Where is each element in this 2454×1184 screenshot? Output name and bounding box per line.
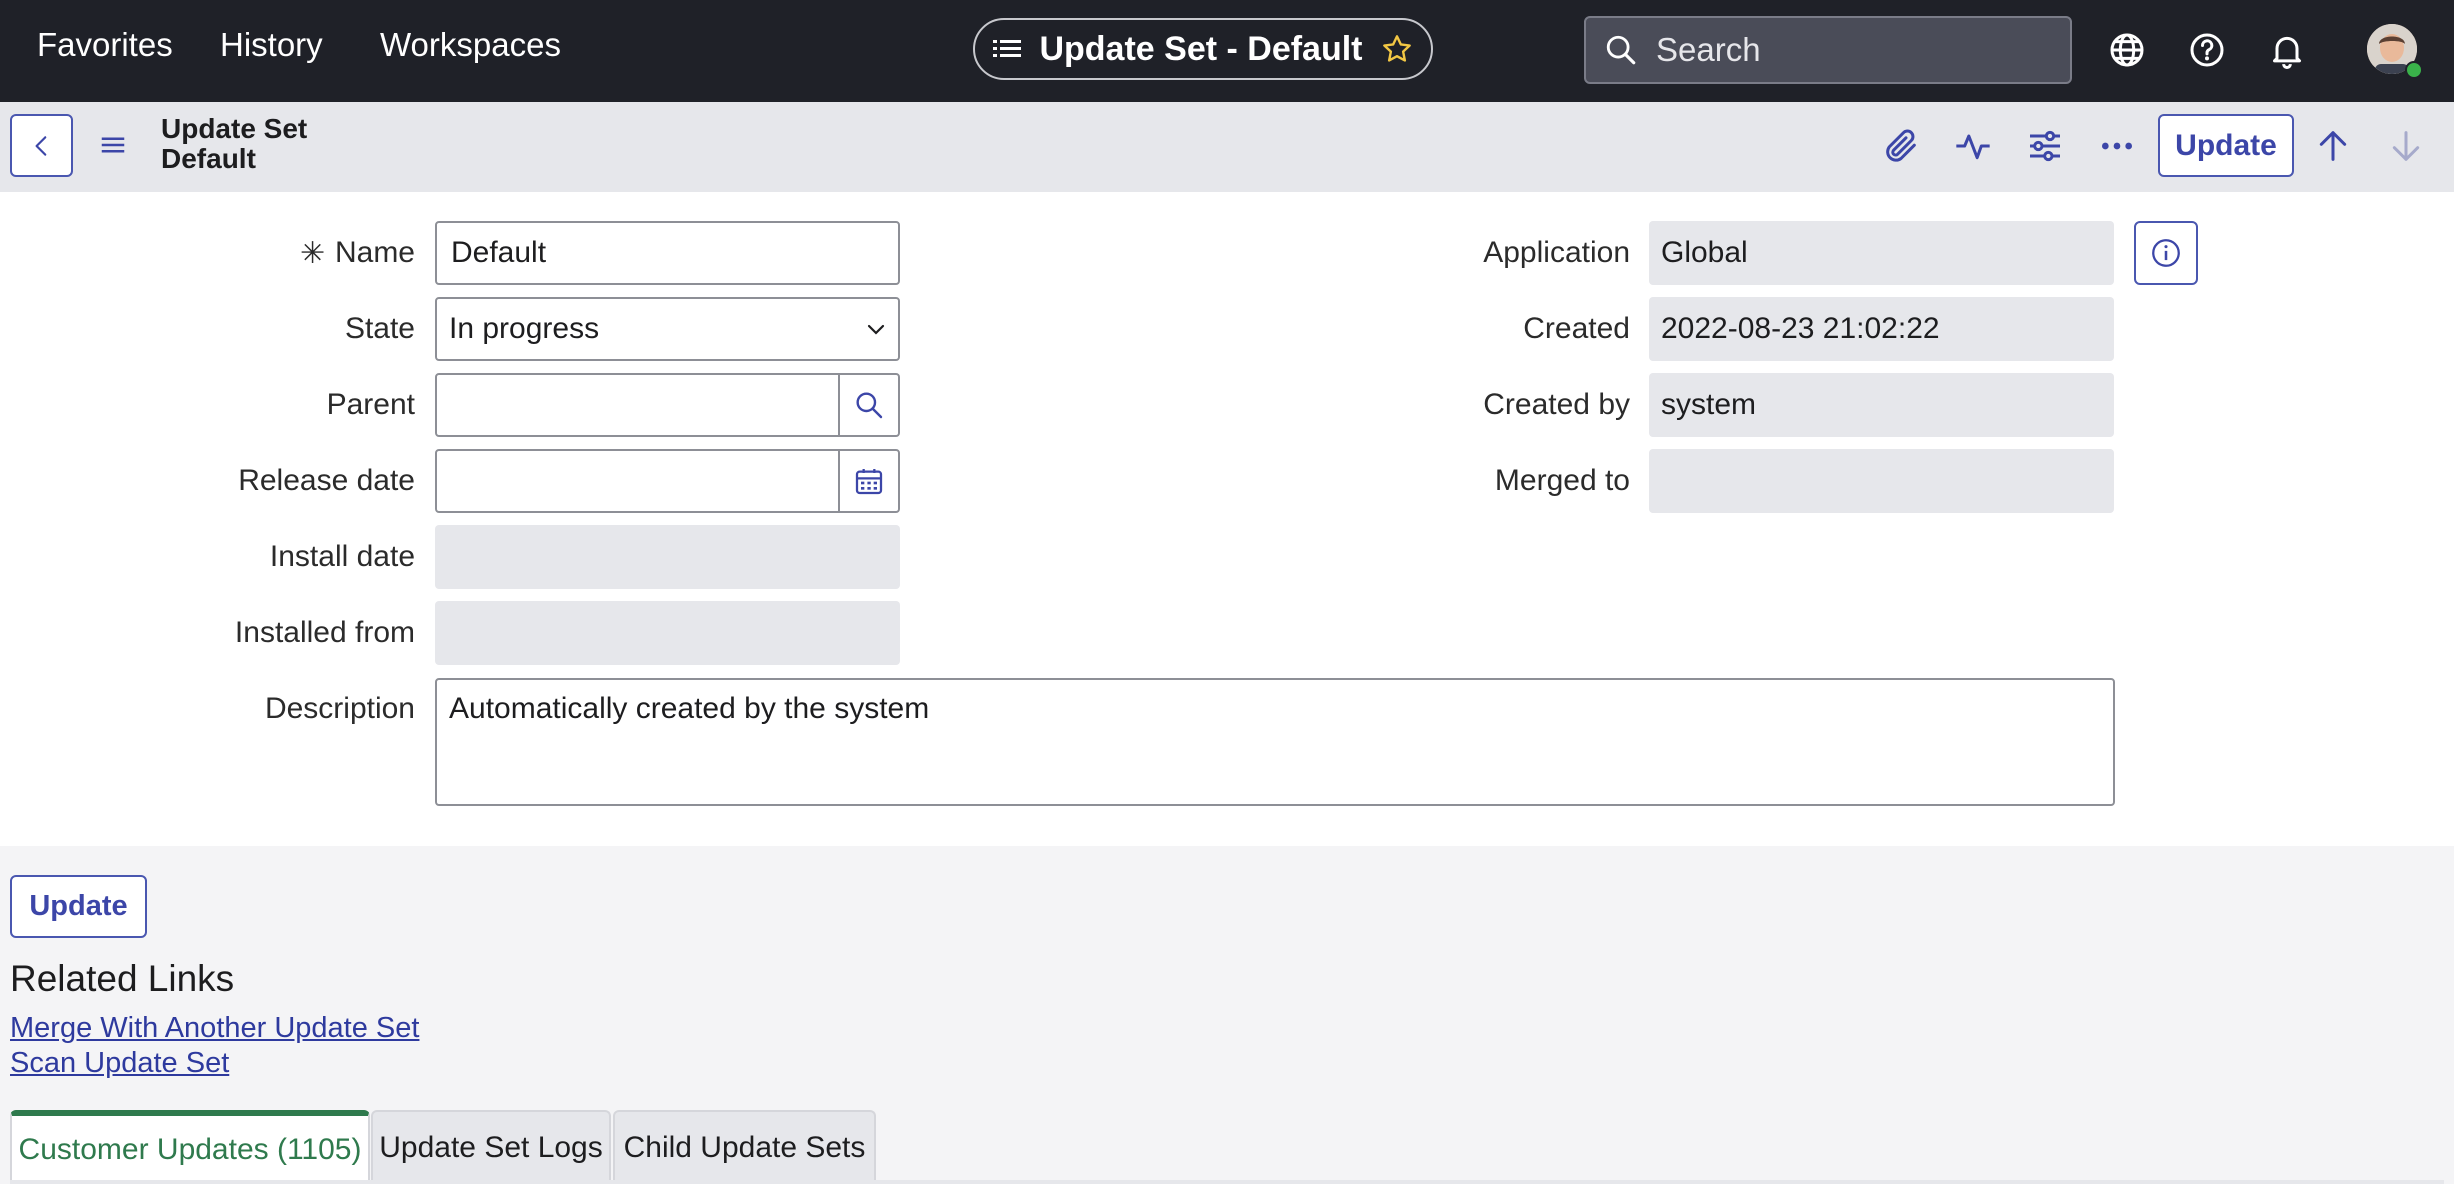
created-label: Created bbox=[1523, 312, 1630, 345]
install-date-field bbox=[435, 525, 900, 589]
record-title: Update Set Default bbox=[161, 114, 307, 174]
parent-input[interactable] bbox=[449, 387, 838, 423]
search-input[interactable] bbox=[1654, 30, 2038, 70]
help-icon[interactable] bbox=[2187, 30, 2227, 70]
description-textarea[interactable]: Automatically created by the system bbox=[435, 678, 2115, 806]
state-select[interactable]: In progress bbox=[435, 297, 900, 361]
parent-field[interactable] bbox=[435, 373, 840, 437]
created-field: 2022-08-23 21:02:22 bbox=[1649, 297, 2114, 361]
context-title-pill[interactable]: Update Set - Default bbox=[973, 18, 1433, 80]
back-button[interactable] bbox=[10, 114, 73, 177]
application-info-button[interactable] bbox=[2134, 221, 2198, 285]
state-label: State bbox=[344, 312, 415, 345]
required-marker: ✳ bbox=[300, 237, 326, 270]
top-navigation: Favorites History Workspaces Update Set … bbox=[0, 0, 2454, 102]
release-date-picker-button[interactable] bbox=[838, 449, 900, 513]
merged-to-label: Merged to bbox=[1494, 464, 1630, 497]
release-date-label: Release date bbox=[238, 464, 415, 497]
chevron-down-icon bbox=[867, 324, 885, 335]
tab-customer-updates[interactable]: Customer Updates (1105) bbox=[10, 1110, 370, 1184]
parent-label: Parent bbox=[326, 388, 415, 421]
scan-update-set-link[interactable]: Scan Update Set bbox=[10, 1047, 229, 1080]
nav-history[interactable]: History bbox=[220, 26, 323, 64]
search-icon bbox=[1606, 35, 1636, 65]
record-header: Update Set Default Update bbox=[0, 102, 2454, 192]
release-date-field[interactable] bbox=[435, 449, 840, 513]
description-label: Description bbox=[264, 692, 415, 725]
name-label: Name bbox=[334, 236, 415, 269]
sliders-icon[interactable] bbox=[2025, 126, 2065, 166]
context-title: Update Set - Default bbox=[1039, 29, 1363, 68]
created-by-label: Created by bbox=[1483, 388, 1630, 421]
info-icon bbox=[2152, 239, 2180, 267]
arrow-up-icon[interactable] bbox=[2313, 126, 2353, 166]
application-label: Application bbox=[1483, 236, 1630, 269]
application-field: Global bbox=[1649, 221, 2114, 285]
merged-to-field bbox=[1649, 449, 2114, 513]
name-field[interactable] bbox=[435, 221, 900, 285]
hamburger-menu-icon[interactable] bbox=[98, 130, 128, 160]
related-links-heading: Related Links bbox=[10, 958, 235, 999]
online-status-indicator bbox=[2405, 61, 2423, 79]
merge-update-set-link[interactable]: Merge With Another Update Set bbox=[10, 1012, 419, 1045]
search-icon bbox=[856, 392, 883, 419]
record-name: Default bbox=[161, 143, 256, 174]
tab-divider bbox=[10, 1180, 2444, 1184]
header-update-button[interactable]: Update bbox=[2158, 114, 2294, 177]
nav-workspaces[interactable]: Workspaces bbox=[380, 26, 561, 64]
chevron-left-icon bbox=[35, 135, 46, 156]
paperclip-icon[interactable] bbox=[1881, 126, 1921, 166]
more-icon[interactable] bbox=[2097, 126, 2137, 166]
install-date-label: Install date bbox=[269, 540, 415, 573]
tab-update-set-logs[interactable]: Update Set Logs bbox=[371, 1110, 611, 1184]
footer-update-button[interactable]: Update bbox=[10, 875, 147, 938]
calendar-icon bbox=[855, 469, 883, 495]
list-icon bbox=[993, 40, 1022, 57]
nav-favorites[interactable]: Favorites bbox=[37, 26, 173, 64]
record-type: Update Set bbox=[161, 113, 308, 144]
name-input[interactable] bbox=[449, 235, 898, 271]
bell-icon[interactable] bbox=[2267, 30, 2307, 70]
star-icon[interactable] bbox=[1381, 33, 1413, 65]
state-value: In progress bbox=[449, 312, 600, 345]
arrow-down-icon bbox=[2392, 131, 2420, 161]
installed-from-label: Installed from bbox=[234, 616, 415, 649]
global-search[interactable] bbox=[1584, 16, 2072, 84]
parent-lookup-button[interactable] bbox=[838, 373, 900, 437]
installed-from-field bbox=[435, 601, 900, 665]
release-date-input[interactable] bbox=[449, 463, 838, 499]
created-by-field: system bbox=[1649, 373, 2114, 437]
update-set-form: ✳ Name State In progress Parent Release … bbox=[0, 192, 2454, 846]
activity-icon[interactable] bbox=[1953, 126, 1993, 166]
globe-icon[interactable] bbox=[2107, 30, 2147, 70]
tab-child-update-sets[interactable]: Child Update Sets bbox=[613, 1110, 876, 1184]
